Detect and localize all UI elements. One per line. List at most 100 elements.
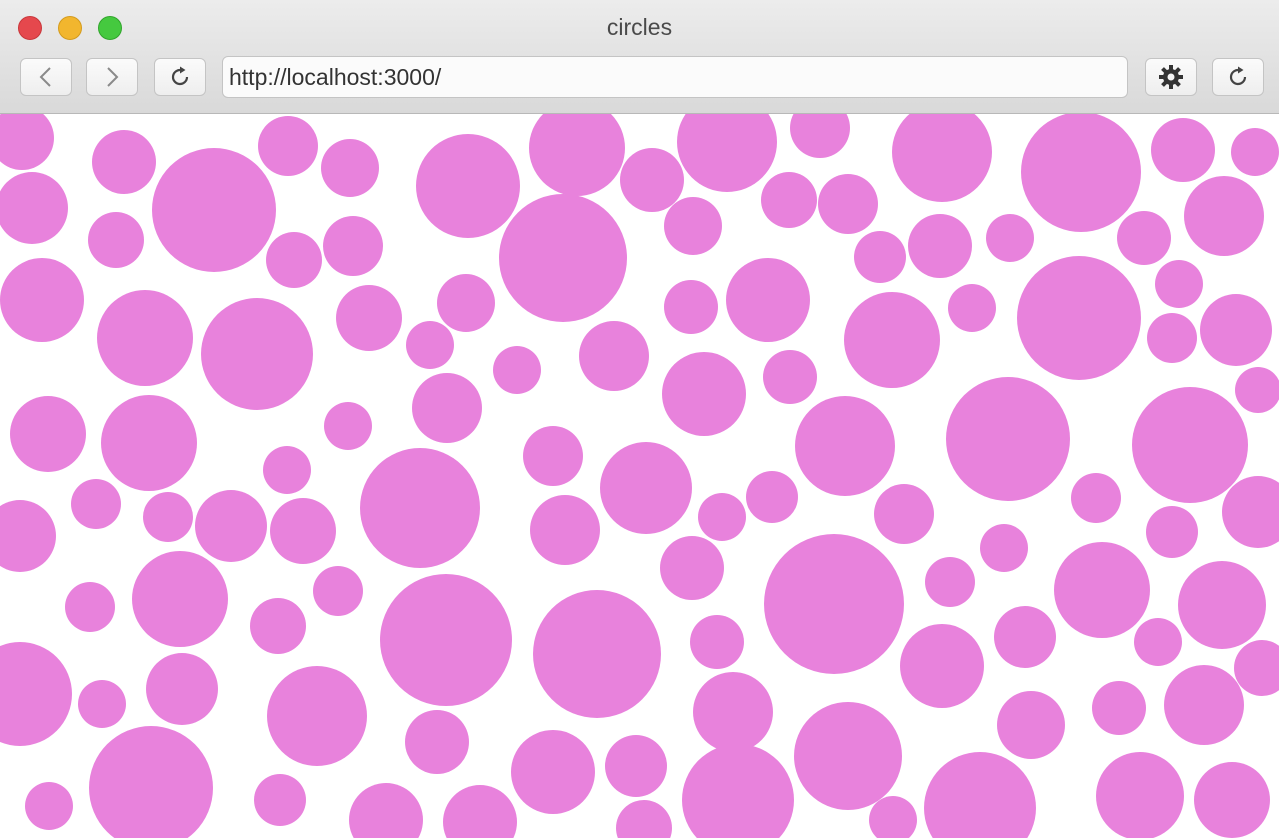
pink-circle: [65, 582, 115, 632]
pink-circle: [994, 606, 1056, 668]
reload-icon: [168, 65, 192, 89]
pink-circle: [71, 479, 121, 529]
pink-circle: [616, 800, 672, 838]
reload-icon: [1226, 65, 1250, 89]
pink-circle: [0, 172, 68, 244]
pink-circle: [1222, 476, 1279, 548]
pink-circle: [0, 500, 56, 572]
pink-circle: [25, 782, 73, 830]
url-text: http://localhost:3000/: [229, 63, 442, 90]
pink-circle: [664, 280, 718, 334]
zoom-window-button[interactable]: [98, 16, 122, 40]
pink-circle: [324, 402, 372, 450]
pink-circle: [412, 373, 482, 443]
back-button[interactable]: [20, 58, 72, 96]
pink-circle: [89, 726, 213, 838]
pink-circle: [1071, 473, 1121, 523]
pink-circle: [690, 615, 744, 669]
pink-circle: [267, 666, 367, 766]
pink-circle: [693, 672, 773, 752]
pink-circle: [254, 774, 306, 826]
pink-circle: [1164, 665, 1244, 745]
pink-circle: [854, 231, 906, 283]
pink-circle: [201, 298, 313, 410]
pink-circle: [416, 134, 520, 238]
close-window-button[interactable]: [18, 16, 42, 40]
settings-button[interactable]: [1145, 58, 1197, 96]
pink-circle: [1132, 387, 1248, 503]
pink-circle: [380, 574, 512, 706]
pink-circle: [10, 396, 86, 472]
pink-circle: [1092, 681, 1146, 735]
pink-circle: [443, 785, 517, 838]
pink-circle: [579, 321, 649, 391]
page-content: [0, 114, 1279, 838]
pink-circle: [258, 116, 318, 176]
pink-circle: [664, 197, 722, 255]
pink-circle: [1151, 118, 1215, 182]
pink-circle: [763, 350, 817, 404]
pink-circle: [662, 352, 746, 436]
browser-window: circles http://localhost:3000/: [0, 0, 1279, 838]
pink-circle: [795, 396, 895, 496]
circles-canvas: [0, 114, 1279, 838]
pink-circle: [600, 442, 692, 534]
pink-circle: [1147, 313, 1197, 363]
pink-circle: [323, 216, 383, 276]
pink-circle: [869, 796, 917, 838]
pink-circle: [892, 114, 992, 202]
pink-circle: [1146, 506, 1198, 558]
pink-circle: [336, 285, 402, 351]
pink-circle: [1021, 114, 1141, 232]
pink-circle: [533, 590, 661, 718]
pink-circle: [1117, 211, 1171, 265]
pink-circle: [980, 524, 1028, 572]
pink-circle: [997, 691, 1065, 759]
pink-circle: [493, 346, 541, 394]
pink-circle: [406, 321, 454, 369]
address-bar[interactable]: http://localhost:3000/: [222, 56, 1128, 98]
pink-circle: [499, 194, 627, 322]
pink-circle: [195, 490, 267, 562]
pink-circle: [818, 174, 878, 234]
reload-button[interactable]: [154, 58, 206, 96]
pink-circle: [948, 284, 996, 332]
forward-button[interactable]: [86, 58, 138, 96]
pink-circle: [1155, 260, 1203, 308]
pink-circle: [1054, 542, 1150, 638]
pink-circle: [529, 114, 625, 196]
pink-circle: [677, 114, 777, 192]
pink-circle: [1234, 640, 1279, 696]
pink-circle: [250, 598, 306, 654]
pink-circle: [152, 148, 276, 272]
minimize-window-button[interactable]: [58, 16, 82, 40]
pink-circle: [143, 492, 193, 542]
pink-circle: [764, 534, 904, 674]
page-reload-button[interactable]: [1212, 58, 1264, 96]
pink-circle: [605, 735, 667, 797]
pink-circle: [1178, 561, 1266, 649]
pink-circle: [1194, 762, 1270, 838]
pink-circle: [263, 446, 311, 494]
pink-circle: [682, 744, 794, 838]
pink-circle: [1134, 618, 1182, 666]
pink-circle: [523, 426, 583, 486]
pink-circle: [405, 710, 469, 774]
chevron-left-icon: [38, 66, 54, 88]
window-title: circles: [606, 14, 673, 40]
pink-circle: [146, 653, 218, 725]
pink-circle: [101, 395, 197, 491]
pink-circle: [97, 290, 193, 386]
pink-circle: [270, 498, 336, 564]
pink-circle: [349, 783, 423, 838]
pink-circle: [530, 495, 600, 565]
pink-circle: [790, 114, 850, 158]
pink-circle: [794, 702, 902, 810]
pink-circle: [726, 258, 810, 342]
pink-circle: [660, 536, 724, 600]
pink-circle: [900, 624, 984, 708]
pink-circle: [266, 232, 322, 288]
pink-circle: [746, 471, 798, 523]
pink-circle: [132, 551, 228, 647]
pink-circle: [321, 139, 379, 197]
